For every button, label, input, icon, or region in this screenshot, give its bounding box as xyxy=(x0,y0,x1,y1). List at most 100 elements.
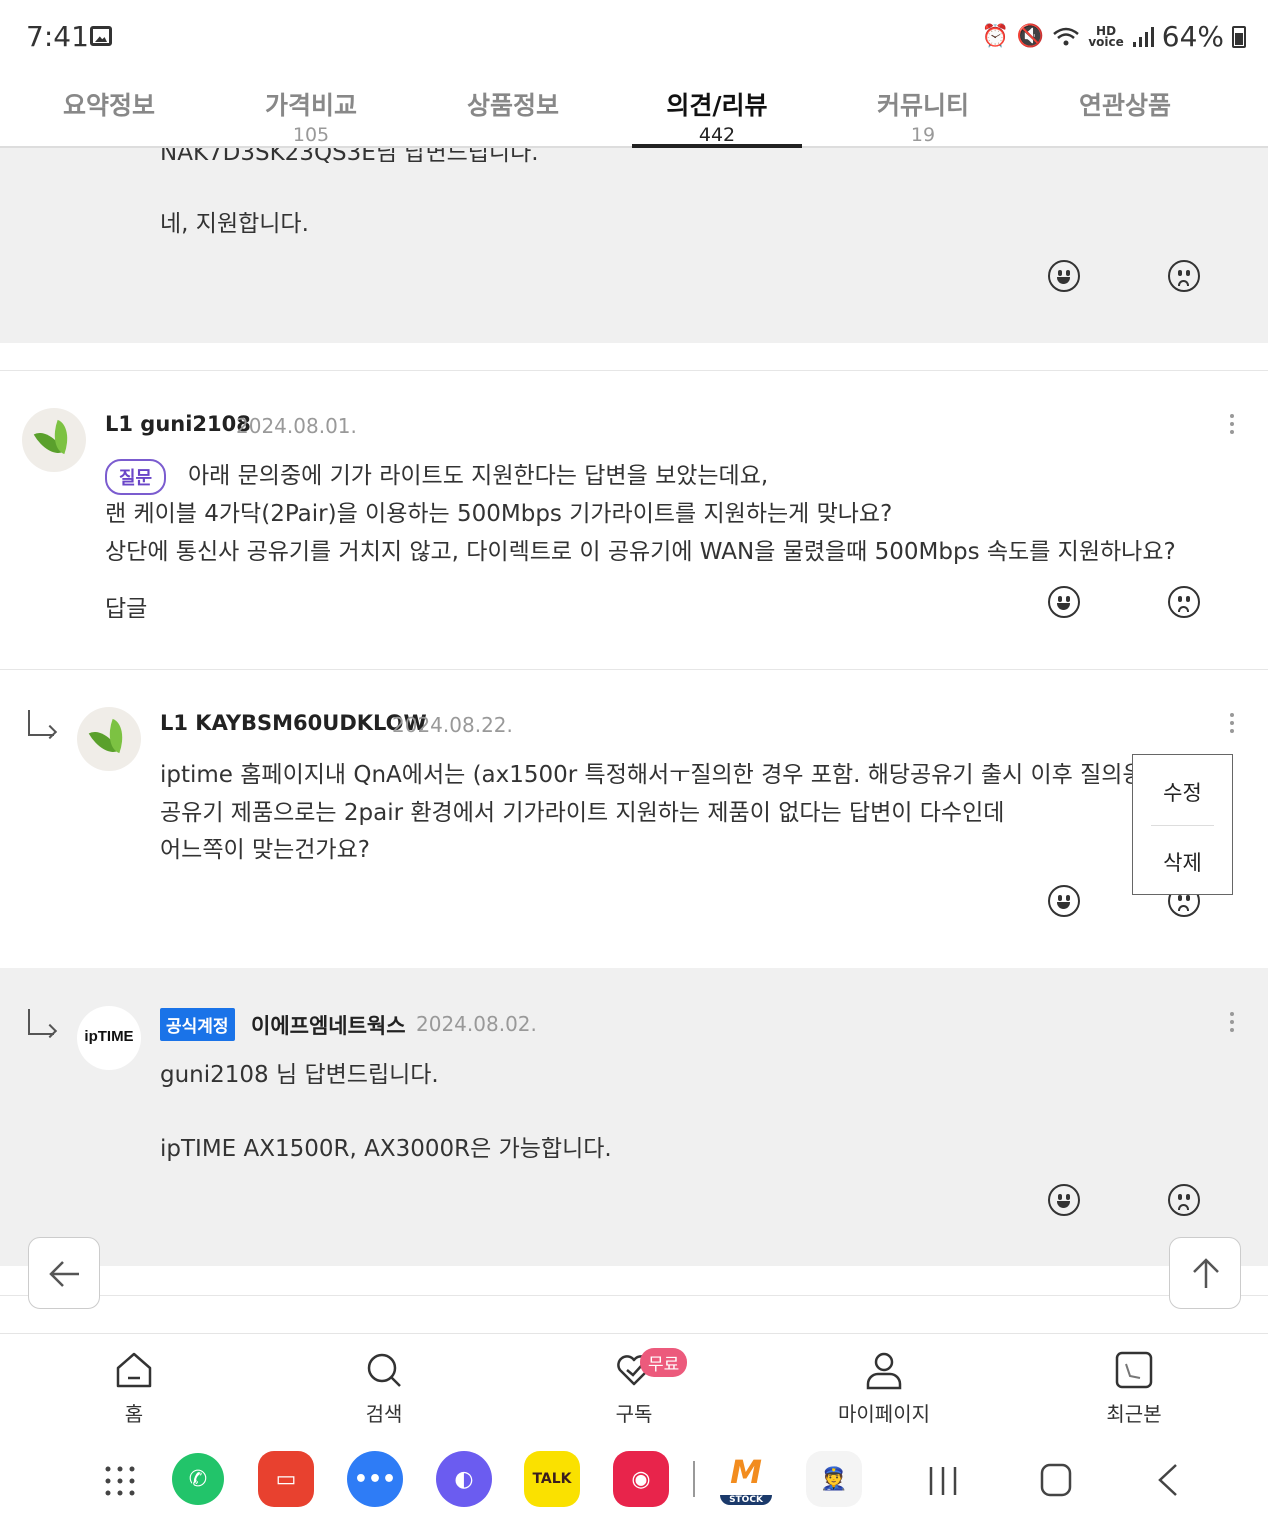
dislike-icon[interactable] xyxy=(1168,260,1200,292)
status-bar: 7:41 ⏰ 🔇 HD voice 64% xyxy=(0,0,1268,74)
more-options-icon[interactable] xyxy=(1229,713,1235,737)
tab-label: 요약정보 xyxy=(62,91,155,120)
official-answer-line-1: guni2108 님 답변드립니다. xyxy=(160,1062,439,1088)
home-icon xyxy=(116,1352,152,1388)
nav-recent[interactable]: 최근본 xyxy=(1034,1334,1234,1446)
tab-related[interactable]: 연관상품 xyxy=(1040,74,1210,146)
recent-icon xyxy=(1115,1351,1153,1389)
more-options-icon[interactable] xyxy=(1229,1012,1235,1036)
tab-label: 연관상품 xyxy=(1078,91,1171,120)
android-dock: ✆ ▭ ••• ◐ TALK ◉ M STOCK 👮 xyxy=(0,1445,1268,1523)
back-nav-icon[interactable] xyxy=(1156,1463,1180,1497)
post-date: 2024.08.01. xyxy=(236,414,357,438)
bottom-navigation: 홈 검색 무료 구독 마이페이지 최근본 xyxy=(0,1333,1268,1445)
reply-button[interactable]: 답글 xyxy=(105,590,147,628)
status-icons: ⏰ 🔇 HD voice 64% xyxy=(982,20,1246,53)
kakaotalk-label: TALK xyxy=(532,1471,572,1487)
official-account-badge: 공식계정 xyxy=(160,1008,235,1041)
question-line-2: 랜 케이블 4가닥(2Pair)을 이용하는 500Mbps 기가라이트를 지원… xyxy=(105,501,893,527)
app-drawer-icon[interactable] xyxy=(104,1465,136,1497)
divider xyxy=(0,370,1268,371)
menu-separator xyxy=(1151,825,1214,826)
police-app-icon[interactable]: 👮 xyxy=(806,1451,862,1507)
tab-summary[interactable]: 요약정보 xyxy=(24,74,194,146)
like-icon[interactable] xyxy=(1048,586,1080,618)
options-popup-menu: 수정 삭제 xyxy=(1132,754,1233,895)
like-icon[interactable] xyxy=(1048,260,1080,292)
tab-count: 105 xyxy=(292,124,330,146)
tab-label: 가격비교 xyxy=(264,91,357,120)
divider xyxy=(0,1295,1268,1296)
avatar[interactable] xyxy=(77,707,141,771)
more-options-icon[interactable] xyxy=(1229,414,1235,438)
dislike-icon[interactable] xyxy=(1168,586,1200,618)
reply-line-1: iptime 홈페이지내 QnA에서는 (ax1500r 특정해서ㅜ질의한 경우… xyxy=(160,762,1132,788)
question-line-1: 아래 문의중에 기가 라이트도 지원한다는 답변을 보았는데요, xyxy=(188,463,769,489)
nav-subscribe[interactable]: 무료 구독 xyxy=(534,1334,734,1446)
back-button[interactable] xyxy=(28,1237,100,1309)
tab-count: 442 xyxy=(698,124,736,146)
battery-percent: 64% xyxy=(1161,20,1224,53)
like-icon[interactable] xyxy=(1048,1184,1080,1216)
gallery-icon xyxy=(90,26,112,46)
tab-community[interactable]: 커뮤니티 19 xyxy=(838,74,1008,146)
status-time: 7:41 xyxy=(26,20,89,53)
person-icon xyxy=(866,1352,902,1390)
nav-search[interactable]: 검색 xyxy=(284,1334,484,1446)
camera-app-icon[interactable]: ◉ xyxy=(613,1451,669,1507)
tab-reviews[interactable]: 의견/리뷰 442 xyxy=(632,74,802,148)
reply-line-2: 공유기 제품으로는 2pair 환경에서 기가라이트 지원하는 제품이 없다는 … xyxy=(160,800,1005,826)
tab-label: 커뮤니티 xyxy=(876,91,969,120)
avatar[interactable] xyxy=(22,408,86,472)
nav-label: 홈 xyxy=(124,1402,144,1426)
search-icon xyxy=(367,1353,401,1387)
delete-menu-item[interactable]: 삭제 xyxy=(1133,847,1232,877)
scroll-top-button[interactable] xyxy=(1169,1237,1241,1309)
answer-block-top xyxy=(0,148,1268,343)
nav-label: 최근본 xyxy=(1106,1402,1162,1426)
free-badge: 무료 xyxy=(640,1348,688,1377)
arrow-left-icon xyxy=(49,1261,79,1287)
notes-app-icon[interactable]: ▭ xyxy=(258,1451,314,1507)
signal-icon xyxy=(1132,26,1154,47)
nav-label: 구독 xyxy=(615,1402,653,1426)
phone-app-icon[interactable]: ✆ xyxy=(170,1451,226,1507)
tab-product-info[interactable]: 상품정보 xyxy=(428,74,598,146)
divider xyxy=(0,669,1268,670)
reply-arrow-icon xyxy=(26,1009,58,1041)
mute-icon: 🔇 xyxy=(1016,24,1045,49)
nav-home[interactable]: 홈 xyxy=(34,1334,234,1446)
reply-line-3: 어느쪽이 맞는건가요? xyxy=(160,837,370,863)
tab-label: 의견/리뷰 xyxy=(666,91,768,120)
post-date: 2024.08.22. xyxy=(392,713,513,737)
iptime-logo-avatar[interactable]: ipTIME xyxy=(77,1006,141,1070)
answer-text: 네, 지원합니다. xyxy=(160,211,309,237)
post-date: 2024.08.02. xyxy=(416,1012,537,1036)
edit-menu-item[interactable]: 수정 xyxy=(1133,777,1232,807)
stock-app-label: STOCK xyxy=(720,1495,772,1505)
iptime-logo-text: ipTIME xyxy=(84,1028,134,1045)
question-line-3: 상단에 통신사 공유기를 거치지 않고, 다이렉트로 이 공유기에 WAN을 물… xyxy=(105,539,1176,565)
author-name[interactable]: L1 guni2108 xyxy=(105,412,251,436)
nav-mypage[interactable]: 마이페이지 xyxy=(784,1334,984,1446)
internet-app-icon[interactable]: ◐ xyxy=(436,1451,492,1507)
question-badge: 질문 xyxy=(105,459,167,495)
wifi-icon xyxy=(1053,27,1080,45)
author-name[interactable]: L1 KAYBSM60UDKLOW xyxy=(160,711,427,735)
like-icon[interactable] xyxy=(1048,885,1080,917)
dislike-icon[interactable] xyxy=(1168,1184,1200,1216)
arrow-up-icon xyxy=(1193,1258,1219,1288)
nav-label: 검색 xyxy=(365,1402,403,1426)
recents-nav-icon[interactable] xyxy=(928,1465,958,1497)
author-name[interactable]: 이에프엠네트웍스 xyxy=(251,1010,406,1040)
reply-arrow-icon xyxy=(26,710,58,742)
stock-app-letter: M xyxy=(730,1453,762,1491)
messages-app-icon[interactable]: ••• xyxy=(347,1451,403,1507)
stock-app-icon[interactable]: M STOCK xyxy=(718,1451,774,1507)
tab-count: 19 xyxy=(910,124,936,146)
kakaotalk-app-icon[interactable]: TALK xyxy=(524,1451,580,1507)
dock-divider xyxy=(693,1461,695,1497)
nav-label: 마이페이지 xyxy=(838,1402,930,1426)
home-nav-icon[interactable] xyxy=(1040,1463,1072,1497)
tab-price-compare[interactable]: 가격비교 105 xyxy=(226,74,396,146)
